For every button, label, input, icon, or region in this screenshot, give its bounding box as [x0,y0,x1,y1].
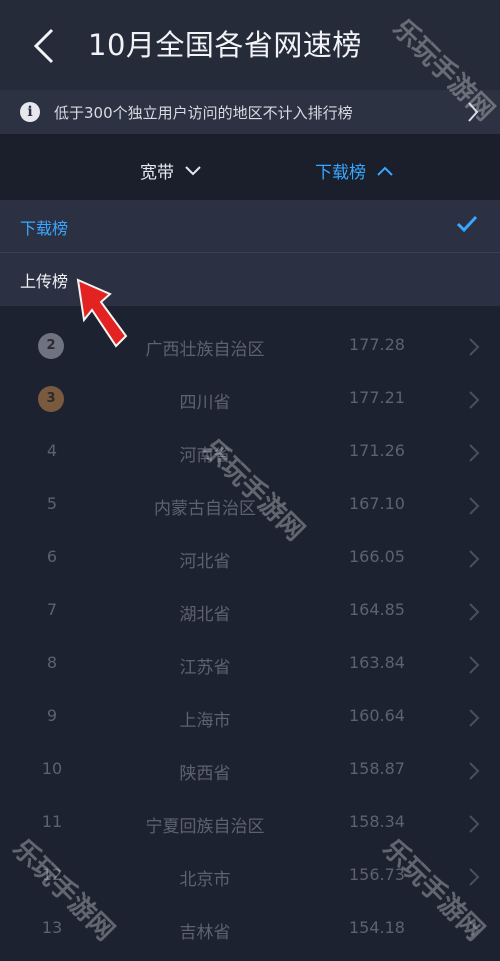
bronze-medal-icon: 3 [38,386,64,412]
chevron-right-icon [469,815,480,833]
filter-bar: 宽带 下载榜 [0,134,500,200]
info-icon: i [20,102,40,122]
region-name: 上海市 [179,711,231,731]
notice-text: 低于300个独立用户访问的地区不计入排行榜 [54,104,353,122]
table-row[interactable]: 3 四川省 177.21 [0,373,500,427]
table-row[interactable]: 11 宁夏回族自治区 158.34 [0,797,500,851]
rank-type-filter-label: 下载榜 [315,163,366,183]
rank-number: 7 [46,600,58,619]
region-name: 吉林省 [179,923,231,943]
rank-number: 11 [41,812,63,831]
speed-value: 163.84 [349,653,405,672]
speed-value: 158.87 [349,759,405,778]
region-name: 湖北省 [179,605,231,625]
chevron-right-icon [469,391,480,409]
speed-value: 160.64 [349,706,405,725]
table-row[interactable]: 9 上海市 160.64 [0,691,500,745]
speed-value: 164.85 [349,600,405,619]
region-name: 河北省 [179,552,231,572]
broadband-filter-label: 宽带 [140,163,174,183]
page-title: 10月全国各省网速榜 [88,28,362,62]
speed-value: 154.18 [349,918,405,937]
chevron-right-icon [469,497,480,515]
speed-value: 177.21 [349,388,405,407]
broadband-filter[interactable]: 宽带 [140,158,202,183]
speed-value: 167.10 [349,494,405,513]
region-name: 北京市 [179,870,231,890]
back-arrow-icon[interactable] [28,24,68,68]
red-pointer-arrow-icon [76,278,128,348]
chevron-right-icon [469,656,480,674]
region-name: 广西壮族自治区 [145,340,265,360]
dropdown-item-label: 下载榜 [20,219,69,238]
region-name: 陕西省 [179,764,231,784]
chevron-right-icon [469,550,480,568]
rank-number: 10 [41,759,63,778]
region-name: 宁夏回族自治区 [145,817,265,837]
dropdown-item-label: 上传榜 [20,272,69,291]
rank-number: 4 [46,441,58,460]
chevron-down-icon [185,165,201,175]
speed-value: 166.05 [349,547,405,566]
rank-number: 9 [46,706,58,725]
table-row[interactable]: 7 湖北省 164.85 [0,585,500,639]
table-row[interactable]: 10 陕西省 158.87 [0,744,500,798]
chevron-right-icon [469,762,480,780]
chevron-right-icon [469,338,480,356]
silver-medal-icon: 2 [38,333,64,359]
rank-number: 5 [46,494,58,513]
checkmark-icon [456,215,478,233]
rank-number: 13 [41,918,63,937]
table-row[interactable]: 6 河北省 166.05 [0,532,500,586]
speed-value: 171.26 [349,441,405,460]
chevron-right-icon [469,603,480,621]
chevron-right-icon [469,868,480,886]
dropdown-item-download[interactable]: 下载榜 [0,200,500,253]
region-name: 四川省 [179,393,231,413]
chevron-right-icon [469,709,480,727]
rank-number: 8 [46,653,58,672]
rank-type-filter[interactable]: 下载榜 [315,158,394,183]
region-name: 江苏省 [179,658,231,678]
rank-number: 6 [46,547,58,566]
table-row[interactable]: 8 江苏省 163.84 [0,638,500,692]
chevron-up-icon [377,166,393,176]
speed-value: 177.28 [349,335,405,354]
notice-bar[interactable]: i 低于300个独立用户访问的地区不计入排行榜 [0,90,500,134]
chevron-right-icon [469,444,480,462]
